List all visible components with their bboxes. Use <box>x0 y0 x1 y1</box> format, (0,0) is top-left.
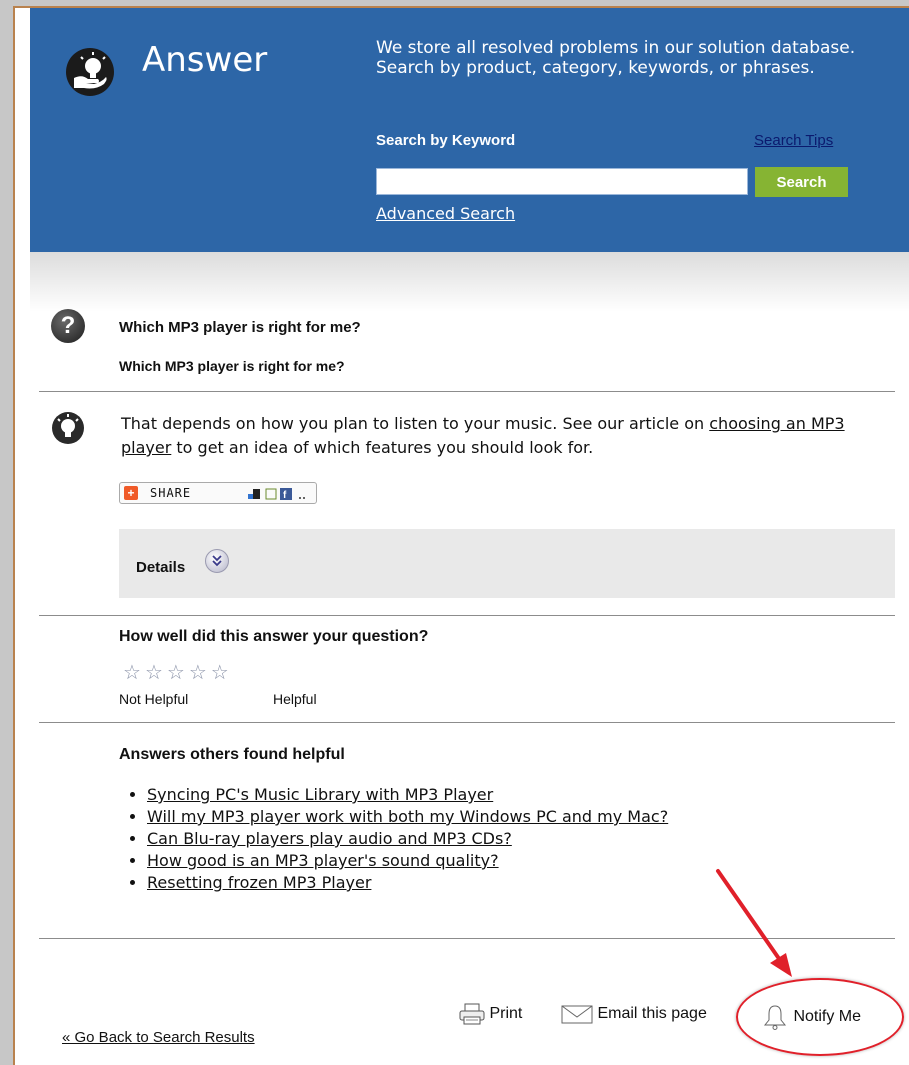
related-answer-link[interactable]: How good is an MP3 player's sound qualit… <box>147 851 499 870</box>
print-label: Print <box>489 1005 523 1023</box>
advanced-search-link[interactable]: Advanced Search <box>376 204 515 223</box>
list-item: Will my MP3 player work with both my Win… <box>147 806 668 828</box>
question-subtitle: Which MP3 player is right for me? <box>119 358 345 374</box>
list-item: How good is an MP3 player's sound qualit… <box>147 850 668 872</box>
divider <box>39 722 895 723</box>
related-answers-title: Answers others found helpful <box>119 746 345 763</box>
lightbulb-icon <box>52 412 84 444</box>
divider <box>39 391 895 392</box>
list-item: Can Blu-ray players play audio and MP3 C… <box>147 828 668 850</box>
list-item: Syncing PC's Music Library with MP3 Play… <box>147 784 668 806</box>
share-plus-icon: + <box>124 486 138 500</box>
details-section: Details <box>119 529 895 598</box>
envelope-icon <box>561 1005 593 1024</box>
related-answer-link[interactable]: Can Blu-ray players play audio and MP3 C… <box>147 829 512 848</box>
answer-text-part: That depends on how you plan to listen t… <box>121 414 710 433</box>
star-rating: ☆☆☆☆☆ <box>123 660 233 685</box>
search-tips-link[interactable]: Search Tips <box>754 132 833 149</box>
lightbulb-hand-icon <box>66 48 114 96</box>
search-input[interactable] <box>376 168 748 195</box>
related-answer-link[interactable]: Syncing PC's Music Library with MP3 Play… <box>147 785 493 804</box>
star-icon-4[interactable]: ☆ <box>189 662 211 684</box>
back-to-results-link[interactable]: « Go Back to Search Results <box>62 1029 255 1046</box>
social-icons: f <box>248 488 305 501</box>
print-button[interactable]: Print <box>459 1003 522 1025</box>
bell-icon <box>763 1005 787 1030</box>
printer-icon <box>459 1003 485 1025</box>
answer-text-part: to get an idea of which features you sho… <box>171 438 594 457</box>
list-item: Resetting frozen MP3 Player <box>147 872 668 894</box>
rating-high-label: Helpful <box>273 691 317 707</box>
question-title: Which MP3 player is right for me? <box>119 319 361 336</box>
header-description: We store all resolved problems in our so… <box>376 38 856 78</box>
details-label: Details <box>136 559 186 576</box>
question-icon: ? <box>51 309 85 343</box>
email-page-button[interactable]: Email this page <box>561 1003 707 1025</box>
annotation-arrow <box>716 869 792 977</box>
search-button[interactable]: Search <box>755 167 848 197</box>
divider <box>39 615 895 616</box>
related-answer-link[interactable]: Resetting frozen MP3 Player <box>147 873 371 892</box>
header: Answer We store all resolved problems in… <box>30 8 909 252</box>
share-label: SHARE <box>150 486 192 500</box>
share-button[interactable]: + SHARE f <box>119 482 317 504</box>
answer-text: That depends on how you plan to listen t… <box>121 412 881 460</box>
notify-me-button[interactable]: Notify Me <box>761 1003 861 1031</box>
star-icon-2[interactable]: ☆ <box>145 662 167 684</box>
related-answer-link[interactable]: Will my MP3 player work with both my Win… <box>147 807 668 826</box>
star-icon-3[interactable]: ☆ <box>167 662 189 684</box>
details-chevron-icon[interactable] <box>205 549 229 573</box>
page-frame: Answer We store all resolved problems in… <box>13 6 909 1065</box>
star-icon-1[interactable]: ☆ <box>123 662 145 684</box>
notify-label: Notify Me <box>793 1008 862 1026</box>
rating-low-label: Not Helpful <box>119 691 189 707</box>
email-label: Email this page <box>597 1005 707 1023</box>
search-label: Search by Keyword <box>376 132 516 149</box>
rating-question: How well did this answer your question? <box>119 628 429 645</box>
app-title: Answer <box>142 40 268 80</box>
related-answers-list: Syncing PC's Music Library with MP3 Play… <box>119 784 668 894</box>
star-icon-5[interactable]: ☆ <box>211 662 233 684</box>
header-gradient <box>30 252 909 312</box>
